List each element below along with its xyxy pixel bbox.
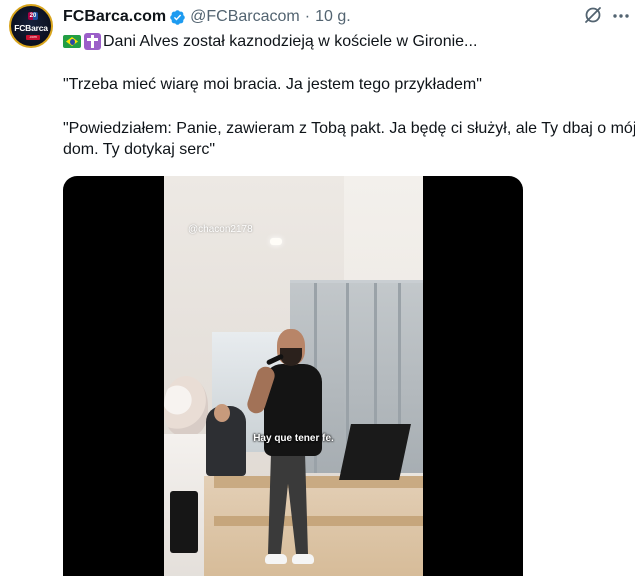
latin-cross-icon [84, 33, 101, 50]
speaker-left [170, 491, 198, 553]
avatar-crest: 20 [28, 12, 38, 20]
video-caption: Hay que tener fe. [253, 433, 334, 444]
tweet-header: FCBarca.com @FCBarcacom · 10 g. [63, 7, 351, 27]
tweet-text: Dani Alves został kaznodzieją w kościele… [63, 31, 635, 158]
ceiling-light [270, 238, 282, 245]
video-frame[interactable]: @chacon2178 Hay que tener fe. [164, 176, 423, 576]
avatar-brand-text: FCBarca [14, 23, 48, 33]
flower-arrangement [164, 376, 208, 436]
verified-badge-icon[interactable] [169, 9, 186, 26]
tweet-line-1: Dani Alves został kaznodzieją w kościele… [63, 31, 628, 52]
shoe [292, 554, 314, 564]
brazil-flag-icon [63, 35, 81, 48]
separator-dot: · [304, 8, 311, 25]
handle[interactable]: @FCBarcacom [190, 8, 300, 26]
tweet-line-1-text: Dani Alves został kaznodzieją w kościele… [103, 33, 478, 50]
more-options-icon[interactable] [611, 6, 631, 26]
stage-step [214, 516, 423, 526]
tweet[interactable]: 20 FCBarca .com FCBarca.com @FCBarcacom … [0, 0, 635, 576]
avatar[interactable]: 20 FCBarca .com [9, 4, 53, 48]
timestamp[interactable]: 10 g. [315, 8, 351, 26]
video-player[interactable]: @chacon2178 Hay que tener fe. [63, 176, 523, 576]
tweet-quote-2: "Powiedziałem: Panie, zawieram z Tobą pa… [63, 120, 635, 158]
video-watermark: @chacon2178 [188, 224, 253, 235]
tweet-quote-1: "Trzeba mieć wiarę moi bracia. Ja jestem… [63, 76, 482, 93]
grok-icon[interactable] [583, 5, 603, 25]
shoe [265, 554, 287, 564]
avatar-sub-text: .com [26, 35, 40, 40]
seated-person-head [214, 404, 230, 422]
display-name[interactable]: FCBarca.com [63, 8, 166, 26]
